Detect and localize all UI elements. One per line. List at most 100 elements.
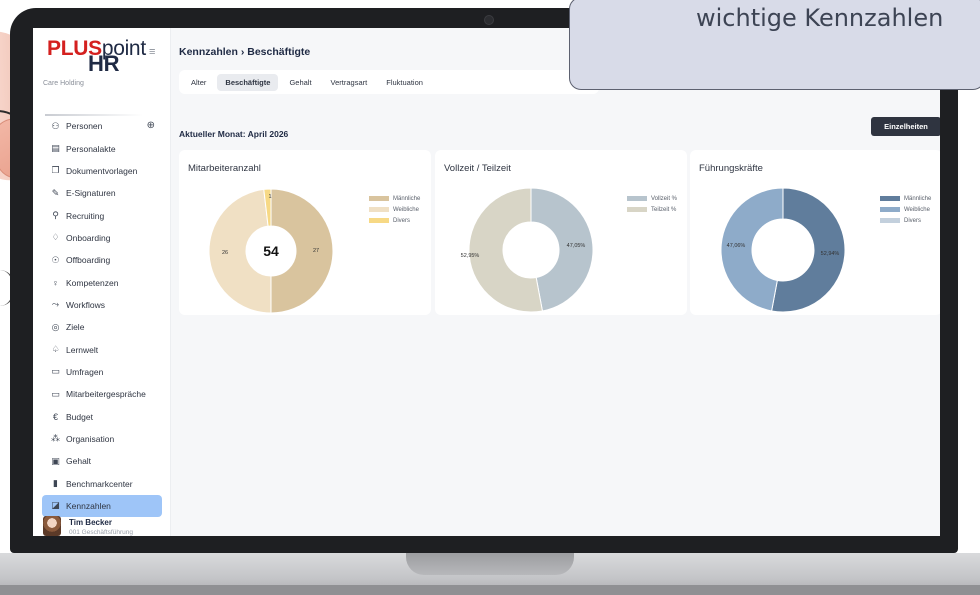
sidebar-item-gehalt[interactable]: ▣ Gehalt [33,450,171,472]
sidebar-item-e-signaturen[interactable]: ✎ E-Signaturen [33,182,171,204]
graduation-icon: ♤ [51,344,60,355]
logo: PLUSpoint HR [47,38,147,76]
sidebar-item-budget[interactable]: € Budget [33,405,171,427]
legend-swatch [880,218,900,223]
tab-beschäftigte[interactable]: Beschäftigte [217,73,279,91]
persons-icon: ⚇ [51,120,60,131]
tab-fluktuation[interactable]: Fluktuation [378,74,431,91]
sidebar-item-personalakte[interactable]: ▤ Personalakte [33,137,171,159]
legend-swatch [627,207,647,212]
slice-vollzeit[interactable] [530,187,594,312]
sidebar-item-label: Benchmarkcenter [66,478,133,489]
legend-item[interactable]: Vollzeit % [627,193,677,204]
tab-vertragsart[interactable]: Vertragsart [323,74,376,91]
sidebar-item-workflows[interactable]: ⤳ Workflows [33,294,171,316]
chart-legend: Männliche Weibliche Divers [880,193,931,226]
expand-circle-icon[interactable]: ⊕ [147,120,155,131]
tab-alter[interactable]: Alter [183,74,214,91]
legend-item[interactable]: Weibliche [880,204,931,215]
details-button[interactable]: Einzelheiten [871,117,940,136]
user-profile[interactable]: Tim Becker 001 Geschäftsführung [43,516,171,536]
legend-swatch [369,196,389,201]
legend-label: Divers [904,217,922,224]
sidebar-item-label: Personalakte [66,143,116,154]
sidebar-item-offboarding[interactable]: ☉ Offboarding [33,249,171,271]
survey-icon: ▭ [51,366,60,377]
breadcrumb: Kennzahlen › Beschäftigte [179,46,311,58]
sidebar-item-mitarbeitergespräche[interactable]: ▭ Mitarbeitergespräche [33,383,171,405]
slice-männliche[interactable] [270,188,334,314]
slice-teilzeit[interactable] [468,187,544,313]
chart-legend: Vollzeit % Teilzeit % [627,193,677,215]
money-icon: ▣ [51,455,60,466]
sidebar-item-dokumentvorlagen[interactable]: ❐ Dokumentvorlagen [33,160,171,182]
legend-label: Weibliche [904,206,930,213]
sidebar-item-label: E-Signaturen [66,188,116,199]
sidebar-item-label: Onboarding [66,232,111,243]
target-icon: ◎ [51,321,60,332]
sidebar-item-benchmarkcenter[interactable]: ▮ Benchmarkcenter [33,473,171,495]
sidebar-item-label: Gehalt [66,456,92,467]
camera-icon [484,15,494,25]
onboarding-icon: ♢ [51,232,60,243]
sidebar-item-label: Offboarding [66,255,111,266]
slice-weibliche[interactable] [720,187,784,312]
tab-gehalt[interactable]: Gehalt [281,74,319,91]
legend-swatch [369,218,389,223]
file-icon: ▤ [51,143,60,154]
collapse-sidebar-icon[interactable]: ≡ [149,46,155,58]
sidebar-item-label: Kennzahlen [66,500,111,511]
sidebar-nav: ⚇ Personen ⊕ ▤ Personalakte ❐ Dokumentvorlagen… [33,115,171,517]
legend-item[interactable]: Teilzeit % [627,204,677,215]
sidebar-item-umfragen[interactable]: ▭ Umfragen [33,361,171,383]
legend-item[interactable]: Männliche [880,193,931,204]
sidebar-item-recruiting[interactable]: ⚲ Recruiting [33,204,171,226]
user-name: Tim Becker [69,518,112,527]
sidebar-item-label: Recruiting [66,210,105,221]
chat-icon: ▭ [51,388,60,399]
chart-card-vollzeit-teilzeit: Vollzeit / Teilzeit 47,05% 52,95% Vollzeit… [435,150,687,315]
laptop-notch [406,553,574,575]
logo-hr: HR [88,51,120,76]
sidebar-item-label: Kompetenzen [66,277,119,288]
donut-chart: 47,05% 52,95% [461,187,594,313]
document-icon: ❐ [51,165,60,176]
avatar [43,516,61,536]
data-label: 47,05% [567,243,586,249]
data-label: 52,95% [461,253,480,259]
sidebar-item-lernwelt[interactable]: ♤ Lernwelt [33,338,171,360]
offboarding-icon: ☉ [51,254,60,265]
sidebar-item-personen[interactable]: ⚇ Personen ⊕ [33,115,171,137]
callout-caption: wichtige Kennzahlen [696,4,944,32]
legend-label: Divers [393,217,411,224]
legend-item[interactable]: Divers [369,215,420,226]
sidebar-item-kennzahlen[interactable]: ◪ Kennzahlen [42,494,162,517]
sidebar-item-label: Ziele [66,322,85,333]
chart-card-fuehrungskraefte: Führungskräfte 52,94% 47,06% Männliche Weib… [690,150,940,315]
center-total-label: 54 [263,243,279,259]
legend-label: Männliche [393,195,421,202]
screen: PLUSpoint HR ≡ Care Holding ⚇ Personen ⊕ ▤ P… [33,28,940,536]
bar-chart-icon: ▮ [53,478,58,489]
sidebar-item-ziele[interactable]: ◎ Ziele [33,316,171,338]
sidebar-item-label: Umfragen [66,366,104,377]
euro-icon: € [52,411,58,422]
legend-swatch [627,196,647,201]
chart-legend: Männliche Weibliche Divers [369,193,420,226]
sidebar-item-kompetenzen[interactable]: ♀ Kompetenzen [33,271,171,293]
company-name: Care Holding [43,80,84,87]
legend-label: Männliche [904,195,932,202]
sidebar-item-onboarding[interactable]: ♢ Onboarding [33,227,171,249]
data-label: 47,06% [727,243,746,249]
legend-item[interactable]: Männliche [369,193,420,204]
legend-item[interactable]: Divers [880,215,931,226]
sidebar-item-label: Dokumentvorlagen [66,165,138,176]
legend-item[interactable]: Weibliche [369,204,420,215]
data-label: 26 [222,250,228,256]
sidebar-item-label: Organisation [66,433,115,444]
sidebar-item-label: Mitarbeitergespräche [66,389,146,400]
data-label: 52,94% [821,251,840,257]
chart-card-mitarbeiteranzahl: Mitarbeiteranzahl 27 26 1 54 Männliche Weibli… [179,150,431,315]
sidebar-item-organisation[interactable]: ⁂ Organisation [33,428,171,450]
slice-weibliche[interactable] [208,188,272,314]
